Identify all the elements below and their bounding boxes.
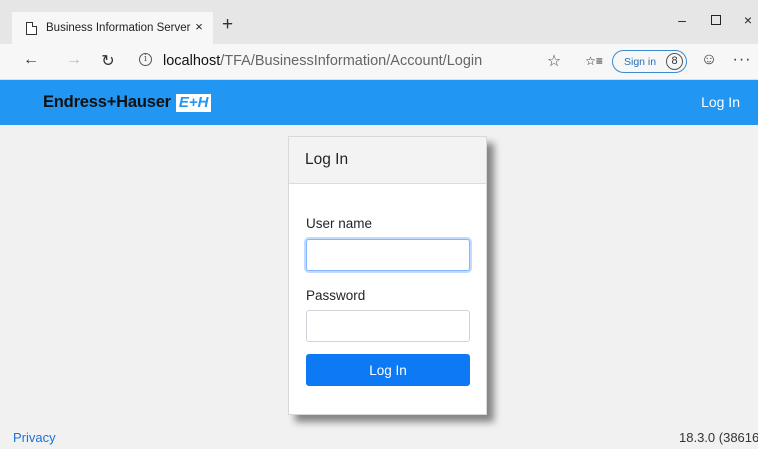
username-input[interactable] bbox=[306, 239, 470, 271]
more-menu-icon[interactable]: ··· bbox=[731, 51, 753, 69]
url-path: /TFA/BusinessInformation/Account/Login bbox=[220, 53, 483, 69]
browser-tab[interactable]: Business Information Server × bbox=[12, 12, 213, 44]
favorite-star-icon[interactable]: ☆ bbox=[543, 51, 565, 71]
login-card-title: Log In bbox=[289, 137, 486, 184]
minimize-button[interactable]: – bbox=[671, 12, 693, 28]
login-card: Log In User name Password Log In bbox=[288, 136, 487, 415]
address-bar[interactable]: localhost/TFA/BusinessInformation/Accoun… bbox=[163, 53, 482, 69]
password-label: Password bbox=[306, 288, 366, 303]
privacy-link[interactable]: Privacy bbox=[13, 430, 56, 445]
new-tab-button[interactable]: + bbox=[222, 15, 233, 34]
close-window-button[interactable]: × bbox=[737, 12, 758, 28]
version-text: 18.3.0 (38616 bbox=[679, 430, 758, 445]
tab-close-icon[interactable]: × bbox=[191, 19, 207, 34]
browser-toolbar: ← → ↻ i localhost/TFA/BusinessInformatio… bbox=[0, 44, 758, 80]
back-icon[interactable]: ← bbox=[20, 51, 42, 69]
feedback-smiley-icon[interactable]: ☺ bbox=[698, 51, 720, 69]
sign-in-button[interactable]: Sign in 8 bbox=[612, 50, 687, 73]
site-navbar: Endress+Hauser E+H Log In bbox=[0, 80, 758, 125]
sign-in-label: Sign in bbox=[624, 55, 657, 68]
favorites-list-icon[interactable]: ☆≡ bbox=[583, 54, 605, 68]
maximize-button[interactable] bbox=[705, 12, 727, 28]
nav-login-link[interactable]: Log In bbox=[701, 94, 740, 110]
browser-tab-strip: Business Information Server × + – × bbox=[0, 0, 758, 44]
maximize-icon bbox=[711, 15, 721, 25]
page-icon bbox=[26, 21, 37, 35]
login-submit-button[interactable]: Log In bbox=[306, 354, 470, 386]
password-input[interactable] bbox=[306, 310, 470, 342]
eh-logo-mark: E+H bbox=[178, 93, 209, 111]
site-info-icon[interactable]: i bbox=[139, 53, 152, 66]
refresh-icon[interactable]: ↻ bbox=[97, 51, 119, 71]
url-host: localhost bbox=[163, 53, 221, 69]
brand-logo-link[interactable]: Endress+Hauser E+H bbox=[43, 93, 211, 112]
brand-name: Endress+Hauser bbox=[43, 93, 171, 111]
forward-icon[interactable]: → bbox=[63, 51, 85, 69]
tab-title: Business Information Server bbox=[46, 22, 191, 34]
username-label: User name bbox=[306, 216, 373, 231]
eh-logo-icon: E+H bbox=[175, 93, 211, 112]
person-icon: 8 bbox=[666, 53, 683, 70]
